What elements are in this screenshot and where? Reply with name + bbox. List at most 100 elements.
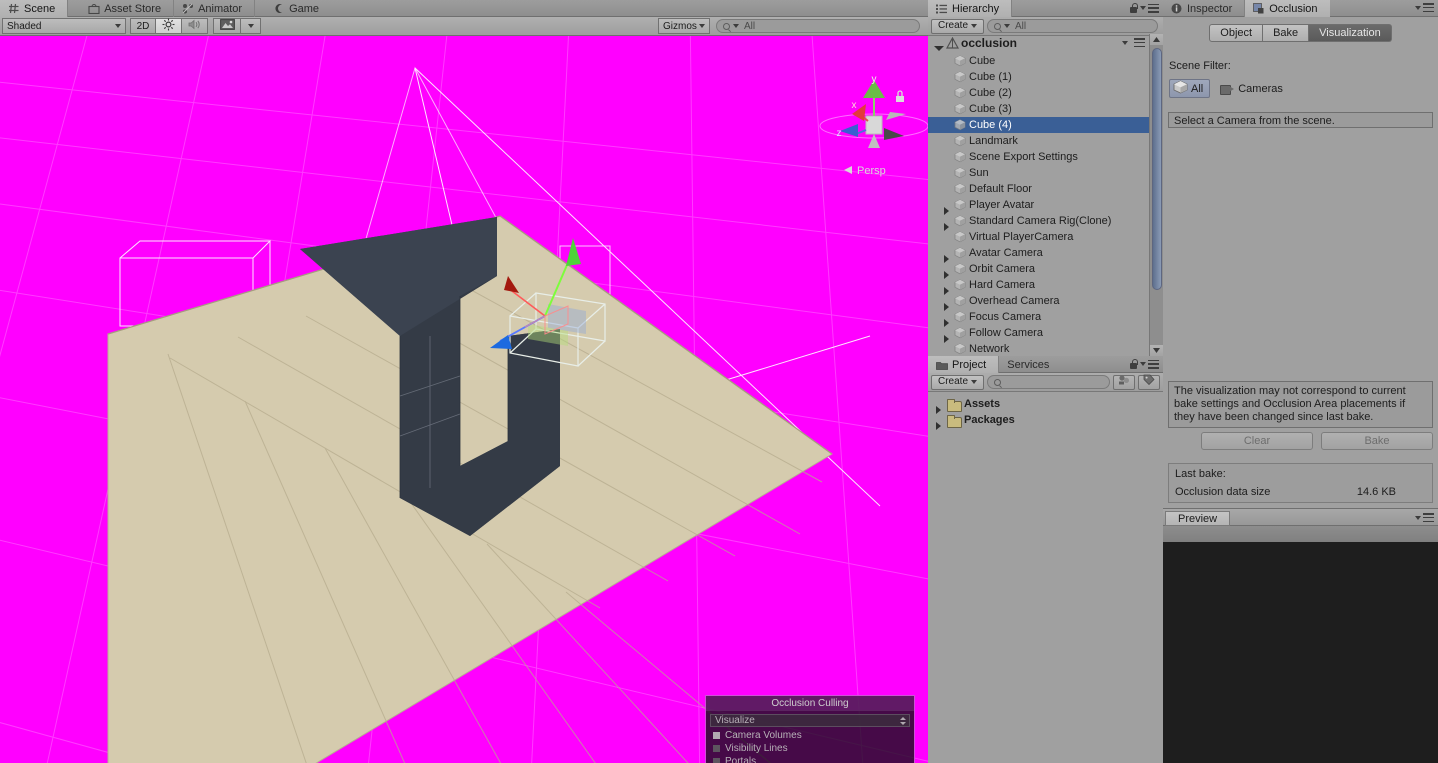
tab-animator[interactable]: Animator: [174, 0, 256, 17]
project-search-input[interactable]: [987, 375, 1110, 389]
checkbox-visibility-lines[interactable]: [713, 745, 720, 752]
hierarchy-tree[interactable]: Cube Cube (1) Cube (2) Cube (3) Cube (4) Land…: [928, 53, 1149, 356]
preview-menu[interactable]: [1415, 513, 1434, 522]
tab-project[interactable]: Project: [928, 356, 1000, 373]
project-item[interactable]: Packages: [928, 412, 1163, 430]
visualize-dropdown[interactable]: Visualize: [710, 714, 910, 727]
chevron-down-icon[interactable]: [1122, 40, 1128, 45]
hierarchy-item[interactable]: Landmark: [928, 133, 1149, 149]
scene-search-input[interactable]: All: [716, 19, 920, 33]
hierarchy-item[interactable]: Cube: [928, 53, 1149, 69]
hierarchy-create-button[interactable]: Create: [931, 18, 985, 34]
tab-inspector[interactable]: Inspector: [1163, 0, 1246, 17]
menu-icon[interactable]: [1148, 3, 1159, 13]
hierarchy-item[interactable]: Orbit Camera: [928, 261, 1149, 279]
hierarchy-search-input[interactable]: All: [987, 19, 1158, 33]
project-create-button[interactable]: Create: [931, 374, 985, 390]
project-filter-label-button[interactable]: [1138, 374, 1160, 390]
toggle-lighting-button[interactable]: [156, 18, 182, 34]
project-panel-menu[interactable]: [1129, 359, 1159, 369]
hierarchy-tab-bar: Hierarchy: [928, 0, 1163, 17]
hierarchy-item[interactable]: Overhead Camera: [928, 293, 1149, 311]
tab-object[interactable]: Object: [1209, 24, 1264, 42]
effects-dropdown-button[interactable]: [241, 18, 261, 34]
cube-icon: [954, 247, 966, 259]
lock-icon[interactable]: [1129, 359, 1138, 369]
hierarchy-item[interactable]: Default Floor: [928, 181, 1149, 197]
menu-icon[interactable]: [1134, 38, 1145, 47]
checkbox-camera-volumes[interactable]: [713, 732, 720, 739]
hierarchy-item[interactable]: Player Avatar: [928, 197, 1149, 215]
tab-asset-store[interactable]: Asset Store: [80, 0, 175, 17]
hierarchy-item[interactable]: Cube (3): [928, 101, 1149, 117]
scene-filter-label: Scene Filter:: [1169, 60, 1231, 72]
hierarchy-panel-menu[interactable]: [1129, 3, 1159, 13]
chevron-down-icon: [1415, 515, 1421, 520]
tab-bake[interactable]: Bake: [1263, 24, 1310, 42]
scroll-up-arrow[interactable]: [1150, 34, 1163, 45]
hierarchy-item[interactable]: Virtual PlayerCamera: [928, 229, 1149, 245]
project-create-label: Create: [938, 376, 969, 387]
store-icon: [88, 3, 100, 15]
tab-occlusion[interactable]: Occlusion: [1245, 0, 1330, 17]
lock-icon[interactable]: [1129, 3, 1138, 13]
filter-cameras-button[interactable]: Cameras: [1216, 79, 1287, 98]
hierarchy-item[interactable]: Cube (4): [928, 117, 1149, 133]
inspector-panel-menu[interactable]: [1415, 3, 1434, 12]
toggle-effects-button[interactable]: [213, 18, 241, 34]
clear-button[interactable]: Clear: [1201, 432, 1313, 450]
gizmos-dropdown[interactable]: Gizmos: [658, 18, 710, 34]
cube-icon: [954, 87, 966, 99]
scroll-down-arrow[interactable]: [1150, 345, 1163, 356]
toggle-2d-button[interactable]: 2D: [130, 18, 156, 34]
stepper-icon: [900, 716, 906, 725]
hierarchy-item[interactable]: Cube (1): [928, 69, 1149, 85]
chevron-down-icon: [1415, 5, 1421, 10]
preview-body[interactable]: [1163, 526, 1438, 763]
hierarchy-item-label: Landmark: [969, 135, 1018, 147]
overlay-row-camera-volumes[interactable]: Camera Volumes: [710, 729, 910, 742]
overlay-label-visibility-lines: Visibility Lines: [725, 743, 788, 754]
menu-icon[interactable]: [1423, 513, 1434, 522]
cube-icon: [954, 71, 966, 83]
hierarchy-scene-root[interactable]: occlusion: [928, 34, 1149, 51]
occlusion-panel: Inspector Occlusion Object Bake Visualiz…: [1163, 0, 1438, 763]
toggle-audio-button[interactable]: [182, 18, 208, 34]
bake-button[interactable]: Bake: [1321, 432, 1433, 450]
tab-scene[interactable]: Scene: [0, 0, 69, 17]
menu-icon[interactable]: [1148, 359, 1159, 369]
overlay-row-portals[interactable]: Portals: [710, 755, 910, 763]
cube-icon: [954, 343, 966, 355]
tab-services[interactable]: Services: [999, 356, 1061, 373]
hierarchy-item[interactable]: Network: [928, 341, 1149, 356]
hierarchy-item[interactable]: Sun: [928, 165, 1149, 181]
hierarchy-scrollbar[interactable]: [1149, 34, 1163, 356]
hierarchy-item[interactable]: Cube (2): [928, 85, 1149, 101]
chevron-down-icon: [1140, 6, 1146, 10]
hierarchy-item[interactable]: Scene Export Settings: [928, 149, 1149, 165]
chevron-down-icon: [699, 24, 705, 28]
scene-viewport[interactable]: y x z Persp Occlusion Culling Visualize …: [0, 36, 928, 763]
checkbox-portals[interactable]: [713, 758, 720, 763]
tab-visualization[interactable]: Visualization: [1309, 24, 1392, 42]
hierarchy-item[interactable]: Standard Camera Rig(Clone): [928, 213, 1149, 231]
tab-hierarchy[interactable]: Hierarchy: [928, 0, 1013, 17]
hierarchy-item[interactable]: Focus Camera: [928, 309, 1149, 327]
project-tree[interactable]: Assets Packages: [928, 392, 1163, 430]
hierarchy-item[interactable]: Hard Camera: [928, 277, 1149, 295]
hierarchy-item[interactable]: Follow Camera: [928, 325, 1149, 343]
occlusion-culling-overlay[interactable]: Occlusion Culling Visualize Camera Volum…: [705, 695, 915, 763]
project-filter-type-button[interactable]: [1113, 374, 1135, 390]
project-item[interactable]: Assets: [928, 396, 1163, 414]
tab-game[interactable]: Game: [265, 0, 331, 17]
hierarchy-scroll-thumb[interactable]: [1152, 48, 1162, 290]
hierarchy-item[interactable]: Avatar Camera: [928, 245, 1149, 263]
overlay-row-visibility-lines[interactable]: Visibility Lines: [710, 742, 910, 755]
preview-tab[interactable]: Preview: [1165, 511, 1231, 526]
shading-mode-dropdown[interactable]: Shaded: [2, 18, 126, 34]
preview-toolbar-strip: [1163, 526, 1438, 542]
type-filter-icon: [1118, 374, 1130, 390]
filter-all-button[interactable]: All: [1169, 79, 1211, 98]
menu-icon[interactable]: [1423, 3, 1434, 12]
grid-icon: [8, 3, 20, 14]
